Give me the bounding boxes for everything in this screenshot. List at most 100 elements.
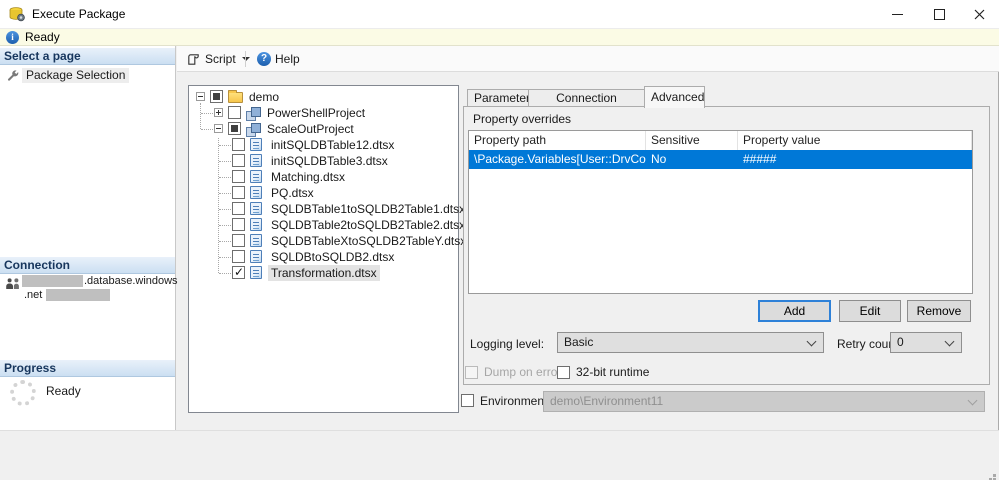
cell-property-path: \Package.Variables[User::DrvColExp].... xyxy=(474,152,646,166)
tree-item-label[interactable]: Transformation.dtsx xyxy=(268,265,380,281)
chevron-down-icon xyxy=(967,395,978,406)
server-name-line1: .database.windows xyxy=(22,274,178,288)
connection-header: Connection xyxy=(0,257,175,274)
tab-parameters[interactable]: Parameters xyxy=(467,89,536,107)
server-name-prefix: .net xyxy=(24,289,43,301)
close-button[interactable] xyxy=(962,0,996,28)
titlebar: Execute Package xyxy=(0,0,999,28)
collapse-icon[interactable] xyxy=(214,124,223,133)
tree-item-label[interactable]: SQLDBTable1toSQLDB2Table1.dtsx xyxy=(268,201,468,217)
tree-item-demo[interactable]: demo xyxy=(189,89,458,105)
package-icon xyxy=(250,218,262,231)
tree-checkbox[interactable] xyxy=(232,186,245,199)
maximize-button[interactable] xyxy=(922,0,956,28)
column-header-property-value[interactable]: Property value xyxy=(738,131,972,150)
package-icon xyxy=(250,266,262,279)
column-header-property-path[interactable]: Property path xyxy=(469,131,646,150)
tree-item-sqldbtosqldb2[interactable]: SQLDBtoSQLDB2.dtsx xyxy=(189,249,458,265)
environment-checkbox[interactable] xyxy=(461,394,474,407)
wrench-icon xyxy=(6,69,20,83)
select-a-page-header: Select a page xyxy=(0,48,175,65)
table-row[interactable]: \Package.Variables[User::DrvColExp].... … xyxy=(469,150,972,169)
retry-count-dropdown[interactable]: 0 xyxy=(890,332,962,353)
tree-checkbox[interactable] xyxy=(232,154,245,167)
redacted-server-name-2 xyxy=(46,289,110,301)
dump-on-errors-label: Dump on errors xyxy=(484,365,568,379)
tree-item-pq[interactable]: PQ.dtsx xyxy=(189,185,458,201)
expand-icon[interactable] xyxy=(214,108,223,117)
tree-item-sqldbtable1to[interactable]: SQLDBTable1toSQLDB2Table1.dtsx xyxy=(189,201,465,217)
script-icon xyxy=(188,53,199,65)
tree-item-label[interactable]: ScaleOutProject xyxy=(264,121,357,137)
tree-item-label[interactable]: PQ.dtsx xyxy=(268,185,317,201)
tab-advanced[interactable]: Advanced xyxy=(644,86,705,108)
add-button[interactable]: Add xyxy=(758,300,831,322)
property-overrides-table: Property path Sensitive Property value \… xyxy=(468,130,973,294)
help-label: Help xyxy=(275,52,300,66)
tree-item-initsqldbtable3[interactable]: initSQLDBTable3.dtsx xyxy=(189,153,458,169)
window-title: Execute Package xyxy=(32,7,126,21)
toolbar-separator xyxy=(245,51,246,67)
tree-item-matching[interactable]: Matching.dtsx xyxy=(189,169,458,185)
retry-count-value: 0 xyxy=(897,335,904,349)
tree-checkbox[interactable] xyxy=(232,138,245,151)
32bit-runtime-label: 32-bit runtime xyxy=(576,365,650,379)
package-icon xyxy=(250,186,262,199)
chevron-down-icon xyxy=(944,336,955,347)
dump-on-errors-checkbox xyxy=(465,366,478,379)
package-icon xyxy=(250,202,262,215)
logging-level-dropdown[interactable]: Basic xyxy=(557,332,824,353)
package-icon xyxy=(250,234,262,247)
server-name-suffix: .database.windows xyxy=(84,275,178,287)
remove-button[interactable]: Remove xyxy=(907,300,971,322)
project-icon xyxy=(246,123,261,137)
tree-checkbox[interactable] xyxy=(232,170,245,183)
32bit-runtime-checkbox[interactable] xyxy=(557,366,570,379)
tree-item-transformation[interactable]: Transformation.dtsx xyxy=(189,265,458,281)
tree-item-label[interactable]: SQLDBTable2toSQLDB2Table2.dtsx xyxy=(268,217,468,233)
tree-item-label[interactable]: Matching.dtsx xyxy=(268,169,348,185)
status-strip: i Ready xyxy=(0,28,999,46)
tree-checkbox[interactable] xyxy=(232,202,245,215)
sidebar-item-label: Package Selection xyxy=(22,68,130,83)
tree-item-sqldbtablexto[interactable]: SQLDBTableXtoSQLDB2TableY.dtsx xyxy=(189,233,466,249)
server-name-line2: .net xyxy=(22,288,174,302)
tree-item-sqldbtable2to[interactable]: SQLDBTable2toSQLDB2Table2.dtsx xyxy=(189,217,465,233)
toolbar-help-button[interactable]: ? Help xyxy=(253,49,304,69)
tree-checkbox[interactable] xyxy=(232,250,245,263)
sidebar-item-package-selection[interactable]: Package Selection xyxy=(0,68,175,84)
tree-item-label[interactable]: initSQLDBTable3.dtsx xyxy=(268,153,391,169)
tree-item-scaleoutproject[interactable]: ScaleOutProject xyxy=(189,121,458,137)
tree-item-label[interactable]: SQLDBtoSQLDB2.dtsx xyxy=(268,249,397,265)
progress-spinner xyxy=(10,380,36,406)
tree-item-label[interactable]: PowerShellProject xyxy=(264,105,368,121)
minimize-button[interactable] xyxy=(880,0,914,28)
tree-item-initsqldbtable12[interactable]: initSQLDBTable12.dtsx xyxy=(189,137,458,153)
footer: OK Cancel Help xyxy=(0,430,999,480)
tree-checkbox[interactable] xyxy=(210,90,223,103)
tree-item-label[interactable]: demo xyxy=(246,89,282,105)
execute-package-icon xyxy=(9,7,25,22)
folder-icon xyxy=(228,90,243,103)
script-button[interactable]: Script xyxy=(182,49,254,69)
tree-checkbox[interactable] xyxy=(232,234,245,247)
maximize-icon xyxy=(933,8,945,20)
status-text: Ready xyxy=(25,30,60,44)
tree-checkbox[interactable] xyxy=(228,122,241,135)
tree-item-powershellproject[interactable]: PowerShellProject xyxy=(189,105,458,121)
redacted-server-name xyxy=(22,275,83,287)
collapse-icon[interactable] xyxy=(196,92,205,101)
package-icon xyxy=(250,138,262,151)
column-header-sensitive[interactable]: Sensitive xyxy=(646,131,738,150)
tree-checkbox-checked[interactable] xyxy=(232,265,245,279)
logging-level-value: Basic xyxy=(564,335,594,349)
package-icon xyxy=(250,170,262,183)
tree-checkbox[interactable] xyxy=(228,106,241,119)
tree-checkbox[interactable] xyxy=(232,218,245,231)
tree-item-label[interactable]: SQLDBTableXtoSQLDB2TableY.dtsx xyxy=(268,233,469,249)
tab-connection-managers[interactable]: Connection Managers xyxy=(528,89,645,122)
resize-grip[interactable] xyxy=(993,474,996,477)
script-label: Script xyxy=(205,52,236,66)
tree-item-label[interactable]: initSQLDBTable12.dtsx xyxy=(268,137,397,153)
edit-button[interactable]: Edit xyxy=(839,300,901,322)
